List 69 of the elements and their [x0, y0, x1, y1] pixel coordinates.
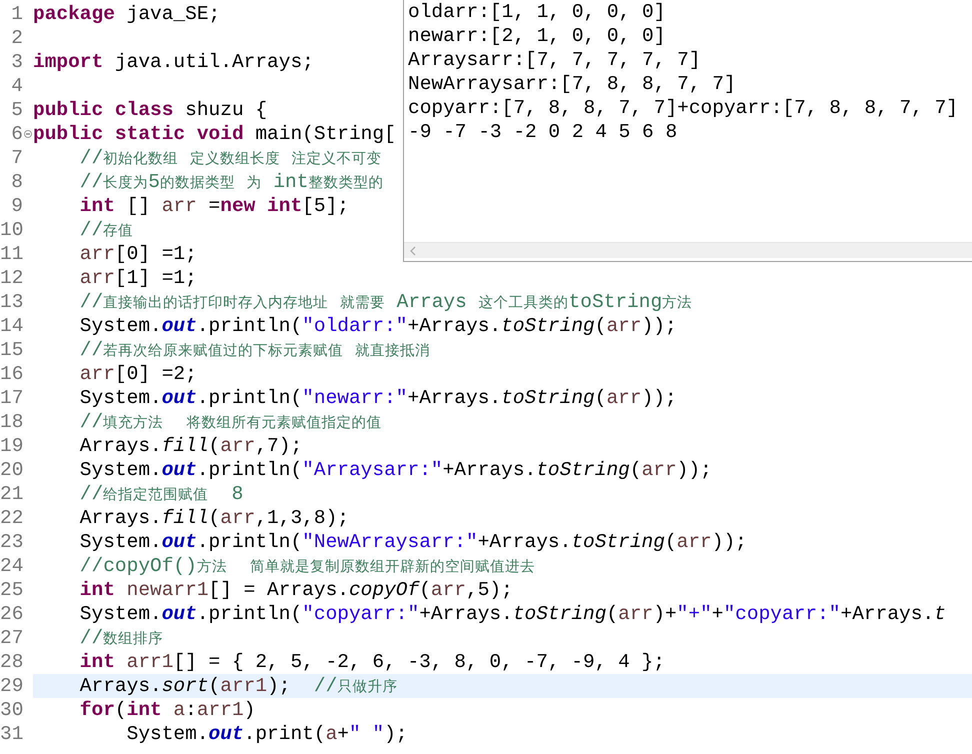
code-line: System.out.println("copyarr:"+Arrays.toString(arr)+"+"+"copyarr:"+Arrays.t: [78, 602, 946, 626]
line-number: 26: [0, 602, 23, 626]
line-number: 13: [0, 290, 23, 314]
line-number: 21: [0, 482, 23, 506]
console-output-line: NewArraysarr:[7, 8, 8, 7, 7]: [408, 72, 737, 96]
code-line: Arrays.sort(arr1); //只做升序: [78, 674, 398, 698]
line-number: 5: [10, 98, 23, 122]
line-number: 19: [0, 434, 23, 458]
line-number: 16: [0, 362, 23, 386]
code-line: System.out.print(a+" ");: [126, 722, 408, 746]
collapse-icon[interactable]: [24, 130, 32, 138]
code-line: int [] arr =new int[5];: [78, 194, 349, 218]
code-line: for(int a:arr1): [78, 698, 256, 722]
line-number: 31: [0, 722, 23, 746]
line-number: 20: [0, 458, 23, 482]
code-line: package java_SE;: [33, 2, 220, 26]
code-line: System.out.println("newarr:"+Arrays.toString(arr));: [78, 386, 677, 410]
line-number: 3: [10, 50, 23, 74]
code-line: //直接输出的话打印时存入内存地址 就需要 Arrays 这个工具类的toString方法: [78, 290, 692, 314]
line-number: 15: [0, 338, 23, 362]
line-number: 22: [0, 506, 23, 530]
console-output-line: newarr:[2, 1, 0, 0, 0]: [408, 24, 666, 48]
code-line: System.out.println("Arraysarr:"+Arrays.toString(arr));: [78, 458, 712, 482]
line-number: 25: [0, 578, 23, 602]
line-number: 4: [10, 74, 23, 98]
code-line: System.out.println("NewArraysarr:"+Arrays.toString(arr));: [78, 530, 747, 554]
line-number: 12: [0, 266, 23, 290]
line-number: 1: [10, 2, 23, 26]
scroll-left-icon[interactable]: [410, 246, 416, 256]
console-output-line: copyarr:[7, 8, 8, 7, 7]+copyarr:[7, 8, 8, 7, 7]: [408, 96, 959, 120]
line-number: 30: [0, 698, 23, 722]
code-line: Arrays.fill(arr,1,3,8);: [78, 506, 349, 530]
code-line: int newarr1[] = Arrays.copyOf(arr,5);: [78, 578, 513, 602]
code-line: //填充方法 将数组所有元素赋值指定的值: [78, 410, 382, 434]
line-number: 14: [0, 314, 23, 338]
line-number: 29: [0, 674, 23, 698]
line-number: 6: [10, 122, 23, 146]
code-line: //长度为5的数据类型 为 int整数类型的: [78, 170, 384, 194]
code-line: //初始化数组 定义数组长度 注定义不可变: [78, 146, 382, 170]
code-line: Arrays.fill(arr,7);: [78, 434, 302, 458]
line-number: 17: [0, 386, 23, 410]
line-number: 27: [0, 626, 23, 650]
code-line: public static void main(String[: [33, 122, 396, 146]
code-line: int arr1[] = { 2, 5, -2, 6, -3, 8, 0, -7, -9, 4 };: [78, 650, 665, 674]
code-line: //给指定范围赋值 8: [78, 482, 244, 506]
line-number: 10: [0, 218, 23, 242]
line-number: 24: [0, 554, 23, 578]
line-number: 28: [0, 650, 23, 674]
console-output-line: -9 -7 -3 -2 0 2 4 5 6 8: [408, 120, 678, 144]
line-number: 7: [10, 146, 23, 170]
code-line: arr[0] =1;: [78, 242, 197, 266]
code-line: arr[1] =1;: [78, 266, 197, 290]
code-line: //存值: [78, 218, 134, 242]
console-output-line: Arraysarr:[7, 7, 7, 7, 7]: [408, 48, 702, 72]
code-line: arr[0] =2;: [78, 362, 197, 386]
code-line: //数组排序: [78, 626, 164, 650]
horizontal-scrollbar[interactable]: [404, 242, 972, 258]
console-output-line: oldarr:[1, 1, 0, 0, 0]: [408, 0, 666, 24]
line-number: 18: [0, 410, 23, 434]
code-line: import java.util.Arrays;: [33, 50, 314, 74]
line-number: 8: [10, 170, 23, 194]
code-line: //若再次给原来赋值过的下标元素赋值 就直接抵消: [78, 338, 430, 362]
code-line: //copyOf()方法 简单就是复制原数组开辟新的空间赋值进去: [78, 554, 536, 578]
code-line: public class shuzu {: [33, 98, 268, 122]
code-line: System.out.println("oldarr:"+Arrays.toString(arr));: [78, 314, 677, 338]
line-number: 11: [0, 242, 23, 266]
line-number: 2: [10, 26, 23, 50]
line-number: 9: [10, 194, 23, 218]
line-number: 23: [0, 530, 23, 554]
